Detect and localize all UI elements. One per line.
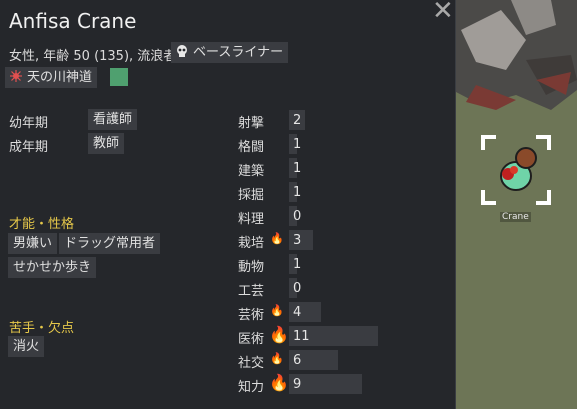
skill-name: 社交 xyxy=(238,356,265,371)
pawn-description: 女性, 年齢 50 (135), 流浪者 xyxy=(9,49,177,64)
xenotype-chip[interactable]: ベースライナー xyxy=(171,42,289,63)
pawn-name[interactable]: Anfisa Crane xyxy=(9,9,136,33)
skill-level: 4 xyxy=(293,305,302,320)
flame-icon: 🔥 xyxy=(270,304,284,317)
skill-level: 0 xyxy=(293,281,302,296)
character-panel: Anfisa Crane ✕ 女性, 年齢 50 (135), 流浪者 ベースラ… xyxy=(0,0,456,409)
trait-chip[interactable]: 男嫌い xyxy=(8,233,58,254)
ideology-chip[interactable]: 天の川神道 xyxy=(5,67,98,88)
flame-icon: 🔥 xyxy=(270,352,284,365)
skill-name: 建築 xyxy=(238,164,265,179)
pawn-map-label: Crane xyxy=(500,212,531,222)
ideology-label: 天の川神道 xyxy=(27,70,93,85)
adulthood-backstory-chip[interactable]: 教師 xyxy=(88,133,125,154)
skill-level: 1 xyxy=(293,137,302,152)
flame-icon: 🔥 xyxy=(269,325,289,344)
flame-icon: 🔥 xyxy=(269,373,289,392)
skill-name: 知力 xyxy=(238,380,265,395)
childhood-backstory-chip[interactable]: 看護師 xyxy=(88,109,138,130)
skill-name: 工芸 xyxy=(238,284,265,299)
ideology-symbol-icon xyxy=(10,67,22,88)
trait-chip[interactable]: ドラッグ常用者 xyxy=(59,233,161,254)
skull-icon xyxy=(176,42,188,63)
skill-name: 栽培 xyxy=(238,236,265,251)
skill-level: 0 xyxy=(293,209,302,224)
childhood-label: 幼年期 xyxy=(9,116,49,131)
traits-header: 才能・性格 xyxy=(9,217,75,232)
skill-level: 2 xyxy=(293,113,302,128)
selection-bracket-icon xyxy=(481,135,551,205)
pawn-marker[interactable] xyxy=(480,134,552,206)
skill-name: 射撃 xyxy=(238,116,265,131)
skill-name: 採掘 xyxy=(238,188,265,203)
flame-icon: 🔥 xyxy=(270,232,284,245)
close-icon[interactable]: ✕ xyxy=(432,0,454,26)
adulthood-label: 成年期 xyxy=(9,140,49,155)
incapable-header: 苦手・欠点 xyxy=(9,321,75,336)
skill-level: 1 xyxy=(293,185,302,200)
skill-level: 1 xyxy=(293,257,302,272)
skill-level: 9 xyxy=(293,377,302,392)
skill-level: 11 xyxy=(293,329,310,344)
xenotype-label: ベースライナー xyxy=(193,45,284,60)
skill-level: 1 xyxy=(293,161,302,176)
skill-name: 格闘 xyxy=(238,140,265,155)
skill-name: 料理 xyxy=(238,212,265,227)
ideology-color-swatch xyxy=(110,68,128,86)
skill-name: 動物 xyxy=(238,260,265,275)
incapable-chip[interactable]: 消火 xyxy=(8,336,45,357)
skill-name: 医術 xyxy=(238,332,265,347)
trait-chip[interactable]: せかせか歩き xyxy=(8,257,97,278)
map-view[interactable]: Crane xyxy=(456,0,577,409)
skill-name: 芸術 xyxy=(238,308,265,323)
skill-level: 3 xyxy=(293,233,302,248)
skill-level: 6 xyxy=(293,353,302,368)
